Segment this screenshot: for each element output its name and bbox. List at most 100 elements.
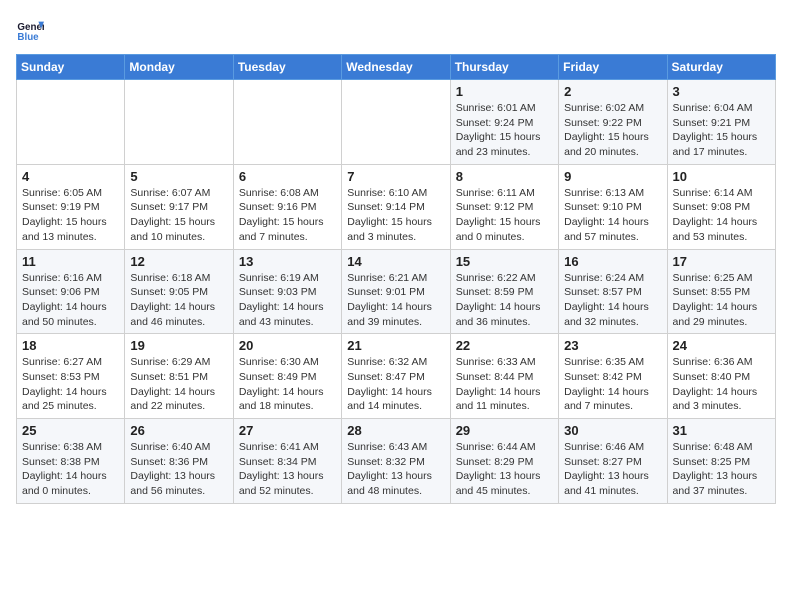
day-number: 29 bbox=[456, 423, 553, 438]
calendar-day-16: 16Sunrise: 6:24 AMSunset: 8:57 PMDayligh… bbox=[559, 249, 667, 334]
day-number: 25 bbox=[22, 423, 119, 438]
day-number: 31 bbox=[673, 423, 770, 438]
day-info: Sunrise: 6:36 AMSunset: 8:40 PMDaylight:… bbox=[673, 355, 770, 414]
day-number: 5 bbox=[130, 169, 227, 184]
day-info: Sunrise: 6:11 AMSunset: 9:12 PMDaylight:… bbox=[456, 186, 553, 245]
day-number: 17 bbox=[673, 254, 770, 269]
calendar-day-27: 27Sunrise: 6:41 AMSunset: 8:34 PMDayligh… bbox=[233, 419, 341, 504]
day-info: Sunrise: 6:04 AMSunset: 9:21 PMDaylight:… bbox=[673, 101, 770, 160]
calendar-day-12: 12 Sunrise: 6:18 AMSunset: 9:05 PMDayligh… bbox=[125, 249, 233, 334]
day-number: 7 bbox=[347, 169, 444, 184]
day-info: Sunrise: 6:40 AMSunset: 8:36 PMDaylight:… bbox=[130, 440, 227, 499]
day-number: 2 bbox=[564, 84, 661, 99]
calendar-day-29: 29 Sunrise: 6:44 AMSunset: 8:29 PMDayligh… bbox=[450, 419, 558, 504]
calendar-day-22: 22 Sunrise: 6:33 AMSunset: 8:44 PMDayligh… bbox=[450, 334, 558, 419]
calendar-day-23: 23 Sunrise: 6:35 AMSunset: 8:42 PMDayligh… bbox=[559, 334, 667, 419]
calendar-week-row: 11Sunrise: 6:16 AMSunset: 9:06 PMDayligh… bbox=[17, 249, 776, 334]
day-info: Sunrise: 6:41 AMSunset: 8:34 PMDaylight:… bbox=[239, 440, 336, 499]
day-info: Sunrise: 6:22 AMSunset: 8:59 PMDaylight:… bbox=[456, 271, 553, 330]
calendar-day-7: 7 Sunrise: 6:10 AMSunset: 9:14 PMDaylight… bbox=[342, 164, 450, 249]
calendar-day-14: 14 Sunrise: 6:21 AMSunset: 9:01 PMDayligh… bbox=[342, 249, 450, 334]
calendar-day-9: 9Sunrise: 6:13 AMSunset: 9:10 PMDaylight… bbox=[559, 164, 667, 249]
day-info: Sunrise: 6:32 AMSunset: 8:47 PMDaylight:… bbox=[347, 355, 444, 414]
svg-text:Blue: Blue bbox=[17, 32, 39, 43]
day-info: Sunrise: 6:25 AMSunset: 8:55 PMDaylight:… bbox=[673, 271, 770, 330]
day-info: Sunrise: 6:48 AMSunset: 8:25 PMDaylight:… bbox=[673, 440, 770, 499]
day-number: 19 bbox=[130, 338, 227, 353]
calendar-table: SundayMondayTuesdayWednesdayThursdayFrid… bbox=[16, 54, 776, 504]
calendar-day-19: 19 Sunrise: 6:29 AMSunset: 8:51 PMDayligh… bbox=[125, 334, 233, 419]
calendar-day-1: 1Sunrise: 6:01 AMSunset: 9:24 PMDaylight… bbox=[450, 80, 558, 165]
calendar-day-26: 26 Sunrise: 6:40 AMSunset: 8:36 PMDayligh… bbox=[125, 419, 233, 504]
day-info: Sunrise: 6:46 AMSunset: 8:27 PMDaylight:… bbox=[564, 440, 661, 499]
page-header: General Blue bbox=[16, 16, 776, 44]
day-info: Sunrise: 6:30 AMSunset: 8:49 PMDaylight:… bbox=[239, 355, 336, 414]
day-info: Sunrise: 6:05 AMSunset: 9:19 PMDaylight:… bbox=[22, 186, 119, 245]
day-info: Sunrise: 6:19 AMSunset: 9:03 PMDaylight:… bbox=[239, 271, 336, 330]
day-header-saturday: Saturday bbox=[667, 55, 775, 80]
day-info: Sunrise: 6:13 AMSunset: 9:10 PMDaylight:… bbox=[564, 186, 661, 245]
calendar-empty-cell bbox=[17, 80, 125, 165]
day-number: 30 bbox=[564, 423, 661, 438]
calendar-header-row: SundayMondayTuesdayWednesdayThursdayFrid… bbox=[17, 55, 776, 80]
day-info: Sunrise: 6:24 AMSunset: 8:57 PMDaylight:… bbox=[564, 271, 661, 330]
calendar-empty-cell bbox=[233, 80, 341, 165]
day-number: 23 bbox=[564, 338, 661, 353]
day-number: 28 bbox=[347, 423, 444, 438]
day-header-thursday: Thursday bbox=[450, 55, 558, 80]
day-number: 15 bbox=[456, 254, 553, 269]
day-number: 18 bbox=[22, 338, 119, 353]
day-info: Sunrise: 6:21 AMSunset: 9:01 PMDaylight:… bbox=[347, 271, 444, 330]
day-header-tuesday: Tuesday bbox=[233, 55, 341, 80]
day-info: Sunrise: 6:07 AMSunset: 9:17 PMDaylight:… bbox=[130, 186, 227, 245]
calendar-day-21: 21 Sunrise: 6:32 AMSunset: 8:47 PMDayligh… bbox=[342, 334, 450, 419]
calendar-body: 1Sunrise: 6:01 AMSunset: 9:24 PMDaylight… bbox=[17, 80, 776, 504]
calendar-day-15: 15 Sunrise: 6:22 AMSunset: 8:59 PMDayligh… bbox=[450, 249, 558, 334]
day-info: Sunrise: 6:18 AMSunset: 9:05 PMDaylight:… bbox=[130, 271, 227, 330]
day-number: 1 bbox=[456, 84, 553, 99]
day-header-monday: Monday bbox=[125, 55, 233, 80]
calendar-day-13: 13 Sunrise: 6:19 AMSunset: 9:03 PMDayligh… bbox=[233, 249, 341, 334]
day-info: Sunrise: 6:35 AMSunset: 8:42 PMDaylight:… bbox=[564, 355, 661, 414]
calendar-empty-cell bbox=[342, 80, 450, 165]
calendar-empty-cell bbox=[125, 80, 233, 165]
day-info: Sunrise: 6:38 AMSunset: 8:38 PMDaylight:… bbox=[22, 440, 119, 499]
calendar-day-30: 30 Sunrise: 6:46 AMSunset: 8:27 PMDayligh… bbox=[559, 419, 667, 504]
day-info: Sunrise: 6:43 AMSunset: 8:32 PMDaylight:… bbox=[347, 440, 444, 499]
calendar-day-5: 5 Sunrise: 6:07 AMSunset: 9:17 PMDaylight… bbox=[125, 164, 233, 249]
logo-icon: General Blue bbox=[16, 16, 44, 44]
day-header-wednesday: Wednesday bbox=[342, 55, 450, 80]
calendar-day-20: 20 Sunrise: 6:30 AMSunset: 8:49 PMDayligh… bbox=[233, 334, 341, 419]
calendar-day-17: 17 Sunrise: 6:25 AMSunset: 8:55 PMDayligh… bbox=[667, 249, 775, 334]
calendar-day-2: 2Sunrise: 6:02 AMSunset: 9:22 PMDaylight… bbox=[559, 80, 667, 165]
day-header-friday: Friday bbox=[559, 55, 667, 80]
day-number: 12 bbox=[130, 254, 227, 269]
day-info: Sunrise: 6:33 AMSunset: 8:44 PMDaylight:… bbox=[456, 355, 553, 414]
calendar-day-31: 31 Sunrise: 6:48 AMSunset: 8:25 PMDayligh… bbox=[667, 419, 775, 504]
calendar-day-6: 6 Sunrise: 6:08 AMSunset: 9:16 PMDaylight… bbox=[233, 164, 341, 249]
day-info: Sunrise: 6:44 AMSunset: 8:29 PMDaylight:… bbox=[456, 440, 553, 499]
calendar-day-10: 10Sunrise: 6:14 AMSunset: 9:08 PMDayligh… bbox=[667, 164, 775, 249]
day-number: 14 bbox=[347, 254, 444, 269]
day-number: 13 bbox=[239, 254, 336, 269]
day-number: 20 bbox=[239, 338, 336, 353]
calendar-day-4: 4 Sunrise: 6:05 AMSunset: 9:19 PMDaylight… bbox=[17, 164, 125, 249]
day-info: Sunrise: 6:29 AMSunset: 8:51 PMDaylight:… bbox=[130, 355, 227, 414]
day-number: 4 bbox=[22, 169, 119, 184]
day-number: 6 bbox=[239, 169, 336, 184]
day-number: 22 bbox=[456, 338, 553, 353]
day-number: 11 bbox=[22, 254, 119, 269]
logo: General Blue bbox=[16, 16, 48, 44]
calendar-day-24: 24Sunrise: 6:36 AMSunset: 8:40 PMDayligh… bbox=[667, 334, 775, 419]
day-number: 26 bbox=[130, 423, 227, 438]
day-info: Sunrise: 6:10 AMSunset: 9:14 PMDaylight:… bbox=[347, 186, 444, 245]
day-info: Sunrise: 6:14 AMSunset: 9:08 PMDaylight:… bbox=[673, 186, 770, 245]
calendar-week-row: 1Sunrise: 6:01 AMSunset: 9:24 PMDaylight… bbox=[17, 80, 776, 165]
calendar-day-25: 25 Sunrise: 6:38 AMSunset: 8:38 PMDayligh… bbox=[17, 419, 125, 504]
day-number: 3 bbox=[673, 84, 770, 99]
calendar-week-row: 25 Sunrise: 6:38 AMSunset: 8:38 PMDayligh… bbox=[17, 419, 776, 504]
day-number: 21 bbox=[347, 338, 444, 353]
day-info: Sunrise: 6:08 AMSunset: 9:16 PMDaylight:… bbox=[239, 186, 336, 245]
day-header-sunday: Sunday bbox=[17, 55, 125, 80]
day-info: Sunrise: 6:27 AMSunset: 8:53 PMDaylight:… bbox=[22, 355, 119, 414]
